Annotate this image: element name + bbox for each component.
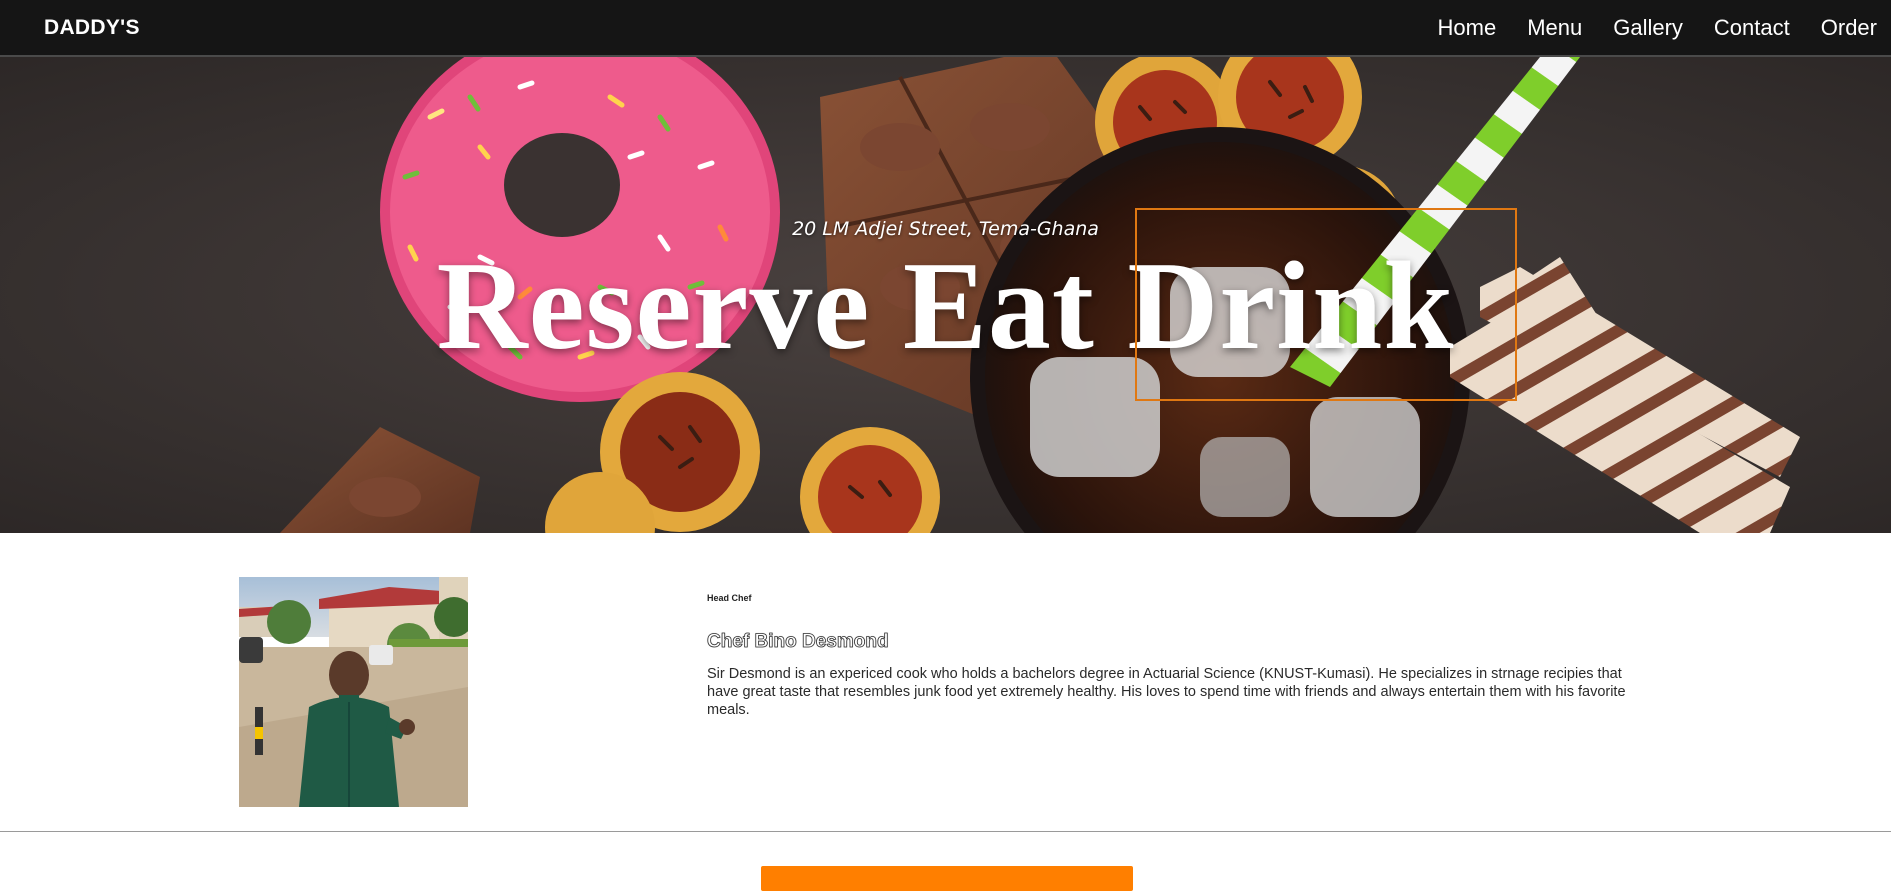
nav-links: Home Menu Gallery Contact Order bbox=[1407, 15, 1878, 41]
section-divider bbox=[0, 831, 1891, 832]
nav-link-menu[interactable]: Menu bbox=[1527, 15, 1582, 41]
nav-link-home[interactable]: Home bbox=[1438, 15, 1497, 41]
chef-role: Head Chef bbox=[707, 593, 752, 603]
hero-banner: 20 LM Adjei Street, Tema-Ghana Reserve E… bbox=[0, 57, 1891, 533]
nav-link-order[interactable]: Order bbox=[1821, 15, 1877, 41]
chef-bio: Sir Desmond is an expericed cook who hol… bbox=[707, 666, 1626, 718]
nav-link-gallery[interactable]: Gallery bbox=[1613, 15, 1683, 41]
chef-name: Chef Bino Desmond bbox=[707, 631, 889, 653]
chef-section: Head Chef Chef Bino Desmond Sir Desmond … bbox=[0, 533, 1891, 831]
chef-photo bbox=[239, 577, 468, 807]
order-button[interactable] bbox=[761, 866, 1133, 891]
top-navbar: DADDY'S Home Menu Gallery Contact Order bbox=[0, 0, 1891, 57]
hero-title: Reserve Eat Drink bbox=[436, 237, 1455, 376]
nav-link-contact[interactable]: Contact bbox=[1714, 15, 1790, 41]
brand-logo[interactable]: DADDY'S bbox=[44, 16, 140, 40]
